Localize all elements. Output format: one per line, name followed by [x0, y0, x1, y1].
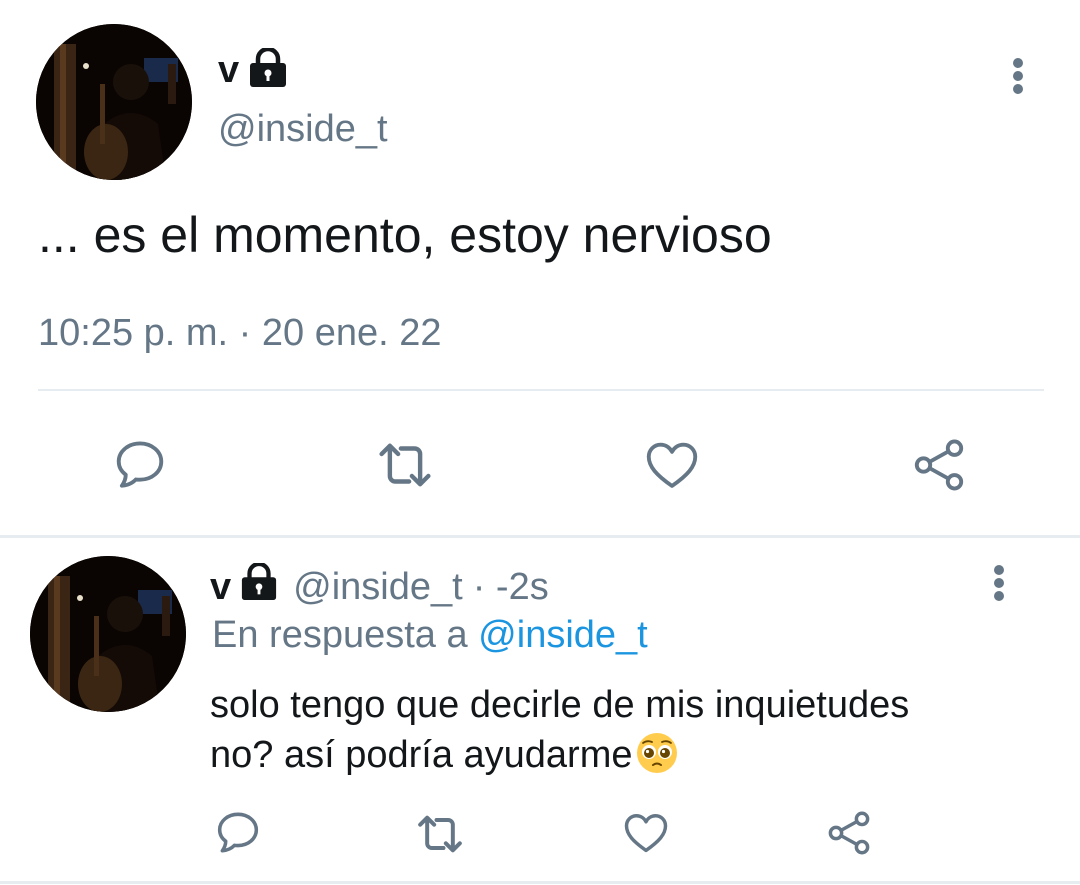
pleading-face-emoji [635, 731, 679, 775]
divider [38, 389, 1044, 391]
reply-button[interactable] [108, 432, 172, 496]
reply-text-line-2: no? así podría ayudarme [210, 730, 909, 780]
avatar[interactable] [30, 556, 186, 712]
display-name[interactable]: v [210, 566, 231, 609]
bottom-divider [0, 881, 1080, 884]
user-handle[interactable]: @inside_t [293, 566, 463, 609]
retweet-button[interactable] [372, 432, 438, 498]
share-icon [914, 439, 964, 491]
share-button[interactable] [906, 432, 972, 498]
more-options-icon[interactable] [1012, 58, 1024, 94]
user-handle[interactable]: @inside_t [218, 108, 388, 151]
name-row: v [218, 46, 289, 93]
reply-to-link[interactable]: @inside_t [478, 614, 648, 656]
retweet-icon [379, 443, 431, 487]
like-button[interactable] [620, 806, 672, 858]
display-name[interactable]: v [218, 49, 239, 92]
reply-prefix: En respuesta a [212, 614, 468, 656]
like-icon [624, 814, 668, 853]
reply-header-row: v @inside_t · -2s [210, 561, 549, 611]
avatar[interactable] [36, 24, 192, 180]
avatar-photo [30, 556, 186, 712]
tweet-text: ... es el momento, estoy nervioso [38, 207, 772, 263]
share-icon [828, 811, 870, 855]
reply-icon [217, 812, 259, 853]
retweet-icon [418, 815, 462, 853]
reply-text: solo tengo que decirle de mis inquietude… [210, 680, 909, 780]
avatar-photo [36, 24, 192, 180]
lock-icon [239, 561, 279, 611]
retweet-button[interactable] [412, 806, 468, 862]
reply-context: En respuesta a @inside_t [212, 614, 648, 657]
lock-icon [247, 46, 289, 93]
reply-button[interactable] [212, 806, 264, 858]
tweet-timestamp[interactable]: 10:25 p. m. · 20 ene. 22 [38, 312, 442, 355]
reply-text-line: solo tengo que decirle de mis inquietude… [210, 684, 910, 726]
like-button[interactable] [640, 432, 704, 496]
tweet-time: · -2s [472, 565, 549, 608]
reply-icon [116, 441, 164, 488]
more-options-icon[interactable] [993, 565, 1005, 601]
section-divider [0, 535, 1080, 538]
share-button[interactable] [822, 806, 876, 860]
reply-text-line: no? así podría ayudarme [210, 734, 633, 776]
like-icon [646, 442, 698, 488]
